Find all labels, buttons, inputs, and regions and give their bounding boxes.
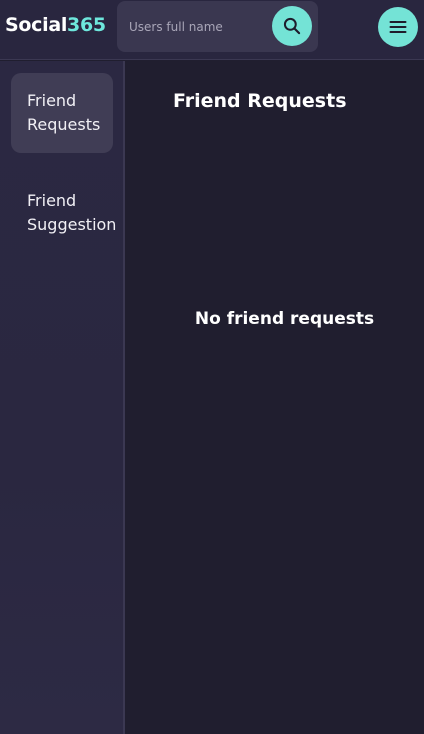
search-input[interactable] bbox=[129, 15, 274, 39]
app-logo[interactable]: Social365 bbox=[5, 14, 106, 36]
sidebar-item-friend-suggestion[interactable]: Friend Suggestion bbox=[11, 173, 117, 253]
empty-state-message: No friend requests bbox=[194, 309, 375, 329]
logo-text: Social bbox=[5, 14, 68, 36]
menu-button[interactable] bbox=[378, 7, 418, 47]
sidebar: Friend Requests Friend Suggestion bbox=[0, 61, 125, 734]
hamburger-menu-icon bbox=[389, 21, 407, 33]
search-bar bbox=[117, 1, 318, 52]
sidebar-item-friend-requests[interactable]: Friend Requests bbox=[11, 73, 113, 153]
logo-accent: 365 bbox=[67, 14, 106, 36]
search-button[interactable] bbox=[272, 6, 312, 46]
sidebar-item-label: Friend Requests bbox=[27, 91, 101, 134]
page-title: Friend Requests bbox=[173, 90, 347, 112]
top-header: Social365 bbox=[0, 0, 424, 60]
sidebar-item-label: Friend Suggestion bbox=[27, 191, 117, 234]
search-icon bbox=[283, 17, 301, 35]
